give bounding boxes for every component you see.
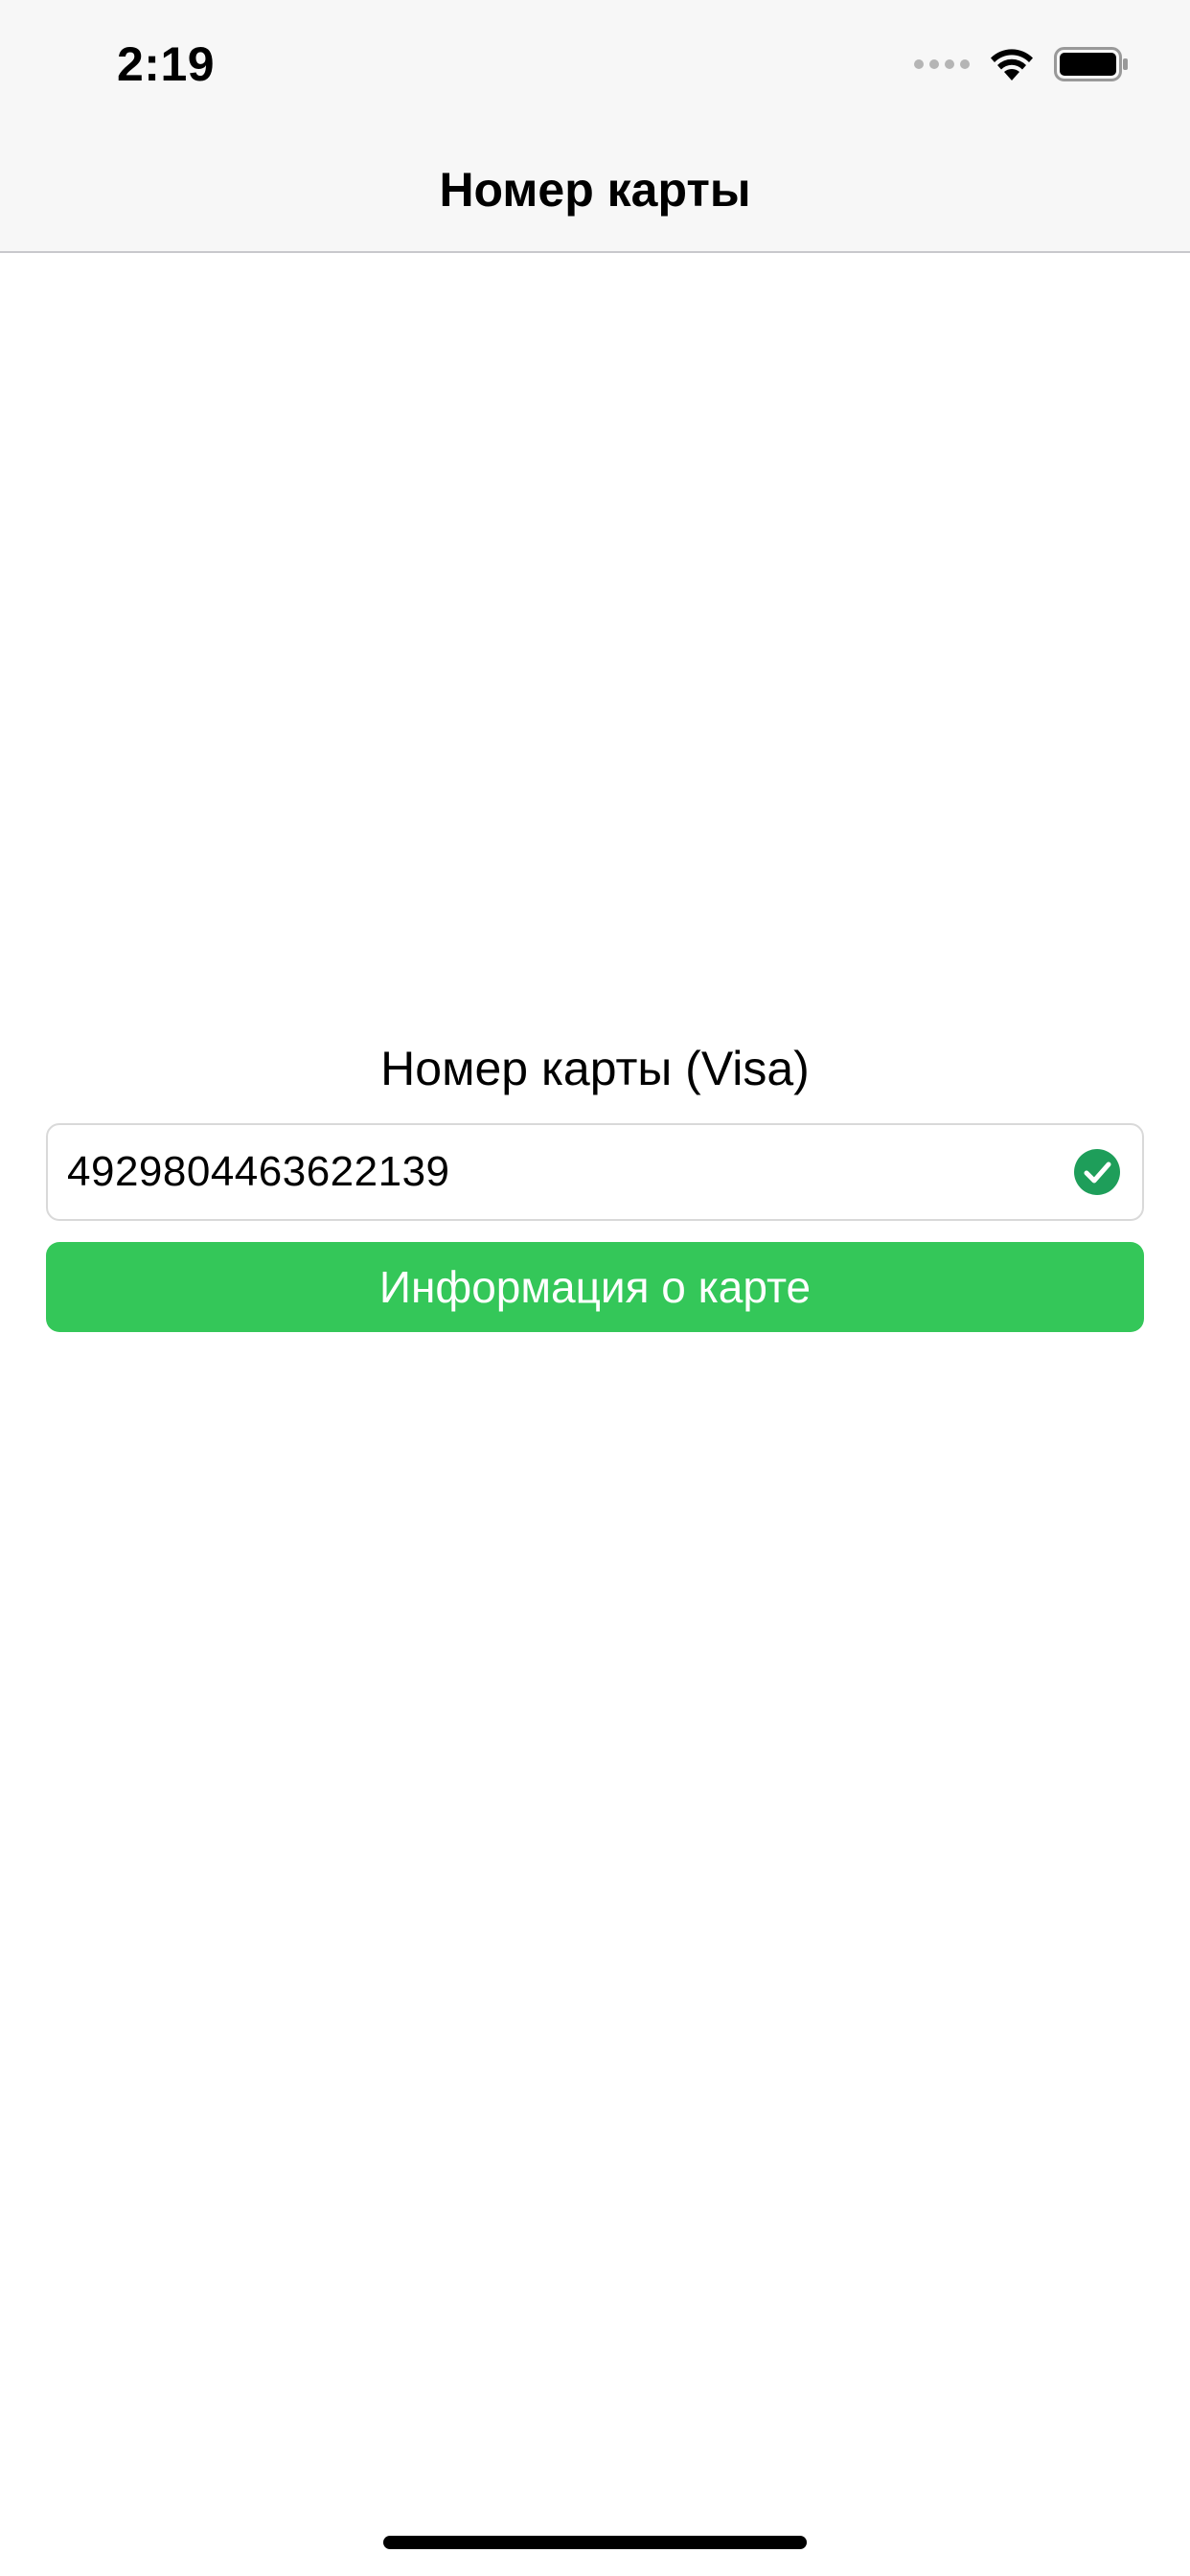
- wifi-icon: [989, 46, 1035, 82]
- status-time: 2:19: [117, 37, 216, 91]
- card-number-screen: 2:19 Номер карты Номер карты (Visa) 4929…: [0, 0, 1190, 2576]
- card-info-button[interactable]: Информация о карте: [46, 1242, 1144, 1332]
- card-number-input[interactable]: [67, 1148, 1073, 1196]
- check-circle-icon: [1073, 1148, 1121, 1196]
- signal-dots-icon: [914, 59, 970, 69]
- page-title: Номер карты: [439, 163, 751, 217]
- card-number-field[interactable]: [46, 1123, 1144, 1221]
- status-bar: 2:19: [0, 0, 1190, 126]
- card-number-label: Номер карты (Visa): [380, 1042, 810, 1095]
- status-icons: [914, 42, 1129, 86]
- home-indicator[interactable]: [383, 2536, 807, 2549]
- header: 2:19 Номер карты: [0, 0, 1190, 253]
- nav-bar: Номер карты: [0, 126, 1190, 253]
- battery-icon: [1054, 47, 1129, 81]
